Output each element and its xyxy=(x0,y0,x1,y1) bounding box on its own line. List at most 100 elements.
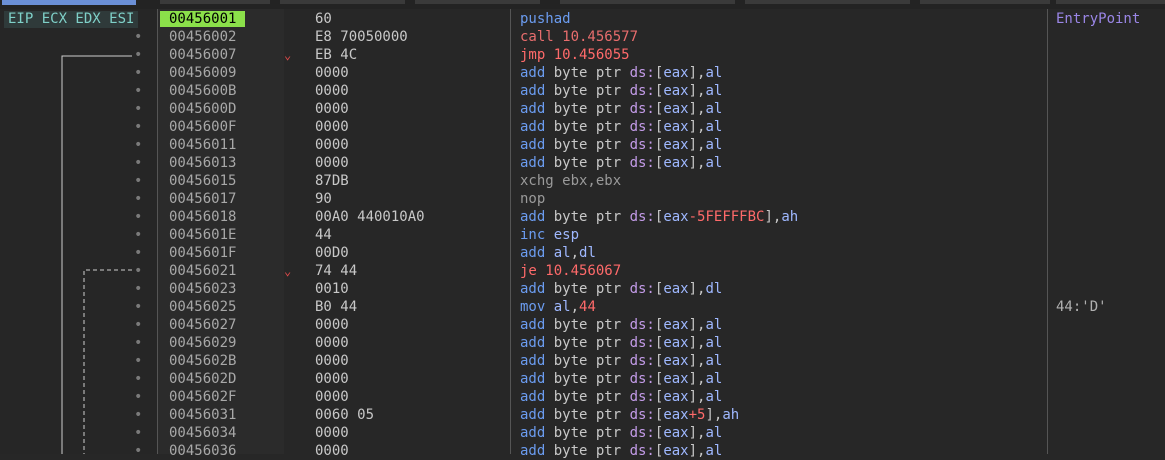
breakpoint-dot-icon[interactable]: • xyxy=(134,172,142,190)
table-row[interactable]: • 00456036 0000 add byte ptr ds:[eax],al xyxy=(0,442,1165,460)
instruction-token: al xyxy=(705,335,723,351)
instruction-token: eax xyxy=(663,353,689,369)
table-row[interactable]: • 00456011 0000 add byte ptr ds:[eax],al xyxy=(0,136,1165,154)
instruction-text: add byte ptr ds:[eax],al xyxy=(520,424,722,442)
breakpoint-dot-icon[interactable]: • xyxy=(134,82,142,100)
table-row[interactable]: • 00456007 ⌄ EB 4C jmp 10.456055 xyxy=(0,46,1165,64)
instruction-text: add byte ptr ds:[eax],al xyxy=(520,316,722,334)
table-row[interactable]: • 00456009 0000 add byte ptr ds:[eax],al xyxy=(0,64,1165,82)
instruction-token: add xyxy=(520,443,554,459)
jump-arrow-icon: ⌄ xyxy=(284,48,292,62)
table-row[interactable]: • 0045600B 0000 add byte ptr ds:[eax],al xyxy=(0,82,1165,100)
tab-8[interactable] xyxy=(1056,0,1165,4)
table-row[interactable]: • 00456021 ⌄ 74 44 je 10.456067 xyxy=(0,262,1165,280)
disassembly-listing[interactable]: 00456001 60 pushad EntryPoint • 00456002 E8 70… xyxy=(0,10,1165,460)
table-row[interactable]: • 0045602D 0000 add byte ptr ds:[eax],al xyxy=(0,370,1165,388)
instruction-bytes: 0000 xyxy=(315,83,349,99)
table-row[interactable]: • 00456002 E8 70050000 call 10.456577 xyxy=(0,28,1165,46)
instruction-token: ], xyxy=(688,155,706,171)
breakpoint-dot-icon[interactable]: • xyxy=(134,352,142,370)
instruction-text: nop xyxy=(520,190,545,208)
instruction-token: ds: xyxy=(629,83,655,99)
instruction-token: je 10.456067 xyxy=(520,263,622,279)
breakpoint-dot-icon[interactable]: • xyxy=(134,280,142,298)
instruction-token: ], xyxy=(764,209,782,225)
breakpoint-dot-icon[interactable]: • xyxy=(134,442,142,460)
instruction-token: eax xyxy=(663,317,689,333)
tab-5[interactable] xyxy=(560,0,735,4)
tab-3[interactable] xyxy=(280,0,405,4)
instruction-token: add xyxy=(520,119,554,135)
instruction-token: ds: xyxy=(629,353,655,369)
instruction-bytes: 0000 xyxy=(315,137,349,153)
breakpoint-dot-icon[interactable]: • xyxy=(134,244,142,262)
breakpoint-dot-icon[interactable]: • xyxy=(134,370,142,388)
table-row[interactable]: 00456001 60 pushad EntryPoint xyxy=(0,10,1165,28)
table-row[interactable]: • 0045601F 00D0 add al,dl xyxy=(0,244,1165,262)
breakpoint-dot-icon[interactable]: • xyxy=(134,424,142,442)
table-row[interactable]: • 00456023 0010 add byte ptr ds:[eax],dl xyxy=(0,280,1165,298)
breakpoint-dot-icon[interactable]: • xyxy=(134,190,142,208)
instruction-token: al xyxy=(705,353,723,369)
table-row[interactable]: • 00456027 0000 add byte ptr ds:[eax],al xyxy=(0,316,1165,334)
table-row[interactable]: • 00456029 0000 add byte ptr ds:[eax],al xyxy=(0,334,1165,352)
table-row[interactable]: • 00456018 00A0 440010A0 add byte ptr ds:[e… xyxy=(0,208,1165,226)
instruction-token: byte ptr xyxy=(553,371,630,387)
table-row[interactable]: • 00456031 0060 05 add byte ptr ds:[eax+5],… xyxy=(0,406,1165,424)
breakpoint-dot-icon[interactable]: • xyxy=(134,64,142,82)
breakpoint-dot-icon[interactable]: • xyxy=(134,46,142,64)
table-row[interactable]: • 0045601E 44 inc esp xyxy=(0,226,1165,244)
instruction-token: al xyxy=(705,137,723,153)
instruction-text: add byte ptr ds:[eax],al xyxy=(520,118,722,136)
table-row[interactable]: • 0045602F 0000 add byte ptr ds:[eax],al xyxy=(0,388,1165,406)
breakpoint-dot-icon[interactable]: • xyxy=(134,118,142,136)
tab-6[interactable] xyxy=(745,0,910,4)
instruction-token: add xyxy=(520,83,554,99)
table-row[interactable]: • 00456025 B0 44 mov al,44 44:'D' xyxy=(0,298,1165,316)
instruction-token: al xyxy=(705,389,723,405)
table-row[interactable]: • 0045602B 0000 add byte ptr ds:[eax],al xyxy=(0,352,1165,370)
tab-4[interactable] xyxy=(415,0,540,4)
instruction-token: add xyxy=(520,335,554,351)
instruction-text: xchg ebx,ebx xyxy=(520,172,621,190)
tab-7[interactable] xyxy=(920,0,1050,4)
instruction-address: 0045600B xyxy=(169,83,237,99)
tab-cpu[interactable] xyxy=(2,0,136,5)
table-row[interactable]: • 00456013 0000 add byte ptr ds:[eax],al xyxy=(0,154,1165,172)
breakpoint-dot-icon[interactable]: • xyxy=(134,28,142,46)
breakpoint-dot-icon[interactable]: • xyxy=(134,100,142,118)
breakpoint-dot-icon[interactable]: • xyxy=(134,262,142,280)
instruction-address: 0045602B xyxy=(169,353,237,369)
table-row[interactable]: • 0045600D 0000 add byte ptr ds:[eax],al xyxy=(0,100,1165,118)
instruction-token: pushad xyxy=(520,11,571,27)
table-row[interactable]: • 0045600F 0000 add byte ptr ds:[eax],al xyxy=(0,118,1165,136)
instruction-text: add byte ptr ds:[eax],dl xyxy=(520,280,722,298)
breakpoint-dot-icon[interactable]: • xyxy=(134,154,142,172)
instruction-address: 00456017 xyxy=(169,191,237,207)
breakpoint-dot-icon[interactable]: • xyxy=(134,316,142,334)
breakpoint-dot-icon[interactable]: • xyxy=(134,298,142,316)
instruction-address: 00456001 xyxy=(160,11,246,27)
tab-2[interactable] xyxy=(160,0,270,4)
breakpoint-dot-icon[interactable]: • xyxy=(134,208,142,226)
table-row[interactable]: • 00456034 0000 add byte ptr ds:[eax],al xyxy=(0,424,1165,442)
breakpoint-dot-icon[interactable]: • xyxy=(134,388,142,406)
instruction-bytes: 44 xyxy=(315,227,332,243)
breakpoint-dot-icon[interactable]: • xyxy=(134,136,142,154)
table-row[interactable]: • 00456015 87DB xchg ebx,ebx xyxy=(0,172,1165,190)
instruction-token: ds: xyxy=(629,65,655,81)
instruction-comment: EntryPoint xyxy=(1056,11,1141,27)
table-row[interactable]: • 00456017 90 nop xyxy=(0,190,1165,208)
instruction-token: add xyxy=(520,371,554,387)
instruction-token: call 10.456577 xyxy=(520,29,639,45)
breakpoint-dot-icon[interactable]: • xyxy=(134,406,142,424)
instruction-bytes: 0000 xyxy=(315,101,349,117)
instruction-token: add xyxy=(520,137,554,153)
instruction-address: 00456002 xyxy=(169,29,237,45)
instruction-bytes: 0000 xyxy=(315,155,349,171)
instruction-address: 0045600D xyxy=(169,101,237,117)
breakpoint-dot-icon[interactable]: • xyxy=(134,226,142,244)
instruction-bytes: 0000 xyxy=(315,317,349,333)
breakpoint-dot-icon[interactable]: • xyxy=(134,334,142,352)
instruction-address: 00456013 xyxy=(169,155,237,171)
